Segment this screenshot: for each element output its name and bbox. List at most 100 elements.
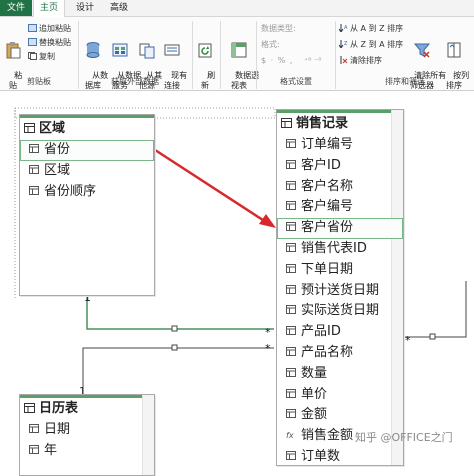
cardinality-many: * [405,334,411,347]
cardinality-many: * [265,326,271,339]
field-sales-6[interactable]: 下单日期 [277,260,403,281]
diagram-canvas[interactable]: 1 * * 1 * 区域 省份 区域 省份顺序 销售记录 订单编号 客户ID 客户名… [0,91,474,476]
from-other-source-button[interactable]: 从其 他源 [136,21,162,101]
existing-connections-button[interactable]: 现有 连接 [161,21,187,101]
field-region[interactable]: 区域 [20,161,154,182]
copy-label: 复制 [39,52,55,61]
field-year[interactable]: 年 [20,441,154,462]
sort-ascending-icon: A [339,24,348,32]
decimal-buttons[interactable]: ⁺⁰ ⁻⁰ [304,55,321,66]
field-label: 产品名称 [301,344,354,360]
table-region[interactable]: 区域 省份 区域 省份顺序 [19,114,155,296]
field-icon [286,284,296,294]
replace-paste-button[interactable]: 替换粘贴 [28,37,71,48]
field-icon [286,409,296,419]
field-icon [286,180,296,190]
field-icon [29,185,39,195]
field-label: 省份 [44,142,71,157]
highlight-arrow [151,146,267,224]
filter-clear-icon [413,43,431,58]
relationship-handle[interactable] [171,344,178,351]
field-label: 订单数 [301,448,341,464]
table-sales-title: 销售记录 [296,116,349,131]
field-sales-12[interactable]: 单价 [277,385,403,406]
table-calendar-title: 日历表 [39,401,79,416]
number-format-buttons[interactable]: $ · % , [261,55,293,66]
field-sales-1[interactable]: 客户ID [277,156,403,177]
table-sales-header[interactable]: 销售记录 [277,110,403,135]
field-province-order[interactable]: 省份顺序 [20,182,154,203]
sales-field-list: 订单编号客户ID 客户名称 客户编号 客户省份 销售代表ID 下单日期 预计送货日期 实际送货… [277,135,403,465]
sort-by-column-button[interactable]: 按列 排序 [443,21,469,101]
append-paste-button[interactable]: 追加粘贴 [28,23,71,34]
clear-sort-button[interactable]: 清除排序 [339,55,382,66]
sort-ascending-label: 从 A 到 Z 排序 [350,24,404,33]
field-icon [286,346,296,356]
field-label: 日期 [44,422,71,437]
table-region-header[interactable]: 区域 [20,115,154,140]
field-sales-9[interactable]: 产品ID [277,322,403,343]
data-service-icon [112,43,128,57]
relationship-handle[interactable] [171,325,178,332]
format-label: 格式: [261,40,280,49]
group-separator [78,21,79,89]
table-region-title: 区域 [39,121,66,136]
field-sales-13[interactable]: 金额 [277,405,403,426]
field-sales-5[interactable]: 销售代表ID [277,239,403,260]
copy-button[interactable]: 复制 [28,51,55,62]
sort-descending-icon: Z [339,40,348,48]
field-sales-0[interactable]: 订单编号 [277,135,403,156]
field-label: 单价 [301,386,328,402]
group-label-clipboard: 剪贴板 [27,77,51,86]
watermark: 知乎 @OFFICE之门 [355,431,453,444]
field-sales-2[interactable]: 客户名称 [277,177,403,198]
sort-by-column-icon [447,42,461,58]
tab-file[interactable]: 文件 [0,0,32,16]
copy-icon [28,52,37,60]
clear-all-filters-button[interactable]: 清除所有 筛选器 [404,21,446,101]
tab-home[interactable]: 主页 [33,0,65,17]
relationship-line-calendar-sales[interactable] [82,347,274,396]
field-sales-7[interactable]: 预计送货日期 [277,281,403,302]
group-label-sort-filter: 排序和筛选 [385,77,425,86]
paste-icon [6,42,21,59]
field-icon [286,367,296,377]
relationship-line-region-sales[interactable] [86,296,274,330]
tab-design[interactable]: 设计 [70,0,100,16]
from-service-button[interactable]: 从数据 服务 [107,21,141,101]
table-sales[interactable]: 销售记录 订单编号客户ID 客户名称 客户编号 客户省份 销售代表ID 下单日期 预计送货日… [276,109,404,466]
field-sales-10[interactable]: 产品名称 [277,343,403,364]
field-date[interactable]: 日期 [20,420,154,441]
ribbon: 粘 贴 追加粘贴 替换粘贴 复制 剪贴板 从数 据库 从数据 服务 从其 他源 [0,17,474,91]
field-sales-15[interactable]: 订单数 [277,447,403,465]
sort-ascending-button[interactable]: A从 A 到 Z 排序 [339,23,403,34]
table-icon [24,403,35,413]
cardinality-many: * [265,342,271,355]
svg-text:Z: Z [344,41,348,47]
sort-descending-button[interactable]: Z从 Z 到 A 排序 [339,39,403,50]
replace-paste-icon [28,38,37,46]
append-paste-icon [28,24,37,32]
pivot-table-button[interactable]: 数据透 视表 [225,21,259,101]
paste-button[interactable]: 粘 贴 [4,21,22,101]
relationship-handle[interactable] [429,333,436,340]
field-sales-11[interactable]: 数量 [277,364,403,385]
database-icon [86,42,100,58]
field-label: 产品ID [301,324,341,340]
relationship-line-right[interactable] [403,281,467,338]
clear-sort-label: 清除排序 [350,56,382,65]
table-calendar-header[interactable]: 日历表 [20,395,154,420]
table-calendar[interactable]: 日历表 日期 年 [19,394,155,476]
tab-advanced[interactable]: 高级 [104,0,134,16]
from-database-button[interactable]: 从数 据库 [82,21,108,101]
group-separator [192,21,193,89]
field-sales-3[interactable]: 客户编号 [277,197,403,218]
refresh-button[interactable]: 刷 新 [197,21,215,101]
field-label: 数量 [301,365,328,381]
field-label: 订单编号 [301,137,354,152]
field-sales-4[interactable]: 客户省份 [277,218,403,239]
field-province[interactable]: 省份 [20,140,154,161]
field-label: 销售金额 [301,428,354,444]
table-icon [24,123,35,133]
field-sales-8[interactable]: 实际送货日期 [277,301,403,322]
